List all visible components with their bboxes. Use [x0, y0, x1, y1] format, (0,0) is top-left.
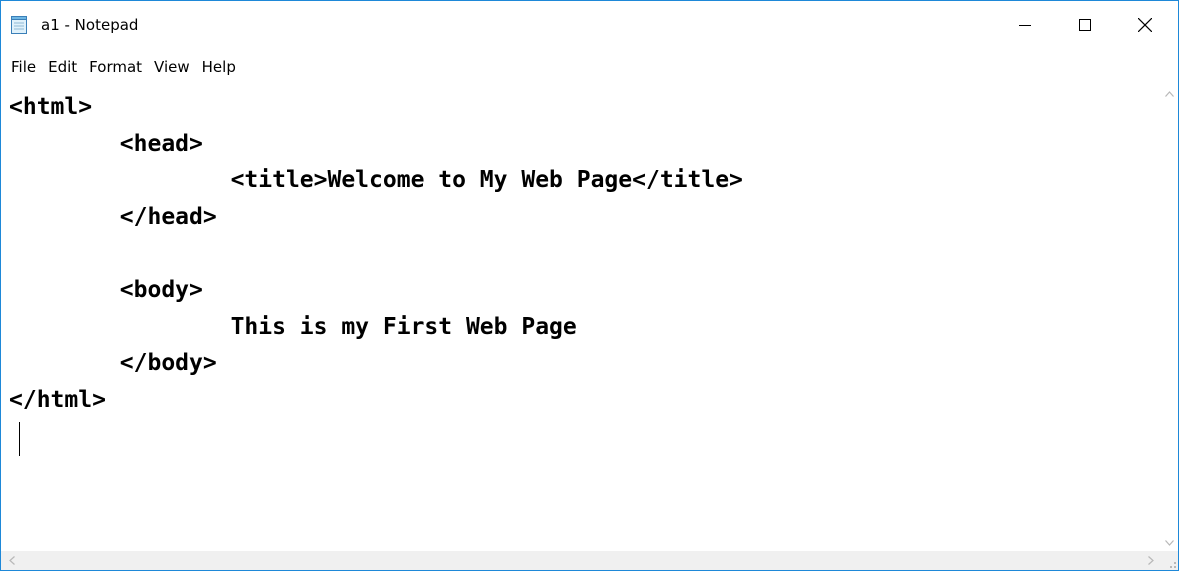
horizontal-scrollbar[interactable]: [1, 551, 1161, 570]
menu-help[interactable]: Help: [196, 53, 242, 81]
notepad-icon[interactable]: [11, 16, 27, 34]
chevron-up-icon[interactable]: [1161, 85, 1178, 102]
minimize-icon: [1019, 25, 1031, 26]
resize-grip-icon: [1170, 562, 1176, 568]
notepad-window: a1 - Notepad File Edit Format View Help …: [0, 0, 1179, 571]
title-bar[interactable]: a1 - Notepad: [1, 1, 1178, 49]
chevron-down-icon[interactable]: [1161, 534, 1178, 551]
editor-content[interactable]: <html> <head> <title>Welcome to My Web P…: [9, 89, 743, 418]
menu-format[interactable]: Format: [83, 53, 148, 81]
close-button[interactable]: [1122, 1, 1168, 49]
window-title: a1 - Notepad: [41, 16, 139, 34]
minimize-button[interactable]: [1002, 1, 1048, 49]
vertical-scrollbar[interactable]: [1161, 85, 1178, 551]
text-caret: [19, 422, 20, 456]
maximize-icon: [1079, 19, 1091, 31]
resize-grip[interactable]: [1161, 551, 1178, 570]
close-icon: [1138, 18, 1152, 32]
menu-bar: File Edit Format View Help: [1, 53, 1178, 81]
chevron-right-icon[interactable]: [1142, 552, 1159, 569]
text-editor[interactable]: <html> <head> <title>Welcome to My Web P…: [1, 85, 1161, 551]
menu-view[interactable]: View: [148, 53, 196, 81]
maximize-button[interactable]: [1062, 1, 1108, 49]
menu-file[interactable]: File: [5, 53, 42, 81]
menu-edit[interactable]: Edit: [42, 53, 83, 81]
chevron-left-icon[interactable]: [3, 552, 20, 569]
